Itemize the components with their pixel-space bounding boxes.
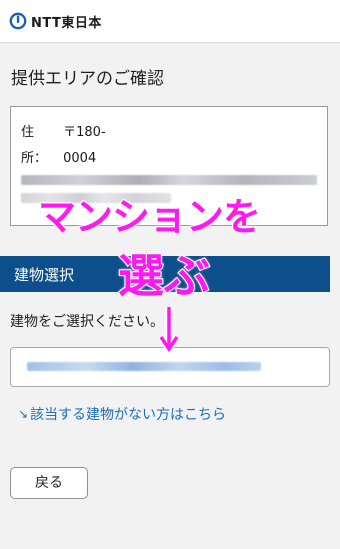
- ntt-logo[interactable]: NTT東日本: [9, 11, 102, 31]
- site-header: NTT東日本: [0, 0, 340, 43]
- redacted-address-line: [21, 175, 317, 185]
- building-select[interactable]: [10, 347, 330, 387]
- postal-code-part-2: 0004: [63, 151, 97, 166]
- address-row-2: 所： 0004: [21, 147, 96, 166]
- address-label-1: 住: [21, 125, 35, 140]
- redacted-building-name: [27, 362, 261, 371]
- address-row-1: 住 〒180-: [21, 121, 106, 140]
- building-prompt: 建物をご選択ください。: [10, 314, 164, 330]
- building-not-found-link-label: 該当する建物がない方はこちら: [30, 407, 227, 423]
- building-not-found-link[interactable]: ↘ 該当する建物がない方はこちら: [18, 404, 226, 424]
- postal-code-part-1: 〒180-: [63, 125, 106, 140]
- address-label-2: 所：: [21, 151, 48, 166]
- ntt-logo-icon: [9, 12, 27, 30]
- down-arrow-icon: [158, 307, 180, 353]
- link-arrow-icon: ↘: [18, 407, 29, 421]
- annotation-text-line-1: マンションを: [37, 194, 262, 240]
- section-title: 建物選択: [14, 266, 75, 284]
- logo-text: NTT東日本: [31, 15, 102, 31]
- annotation-text-line-2: 選ぶ: [117, 248, 211, 304]
- back-button[interactable]: 戻る: [10, 467, 88, 499]
- page-title: 提供エリアのご確認: [11, 69, 164, 89]
